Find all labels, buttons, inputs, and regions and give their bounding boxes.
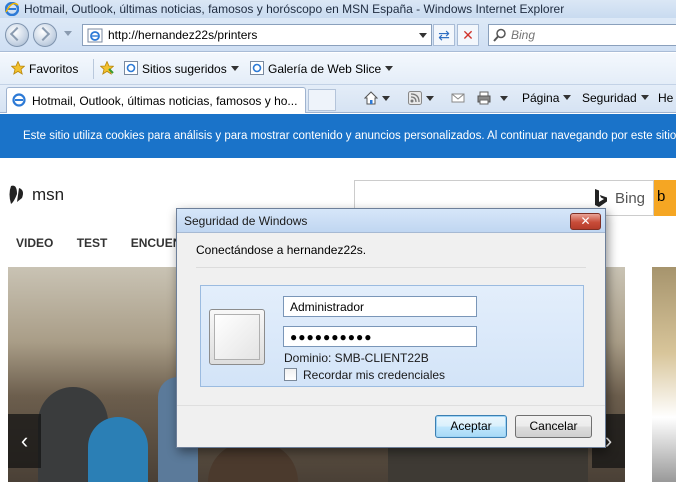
checkbox-box[interactable] [284,368,297,381]
back-arrow-icon [9,26,25,42]
dialog-footer: Aceptar Cancelar [177,405,605,447]
side-article-image[interactable] [652,267,676,482]
star-icon [11,61,25,75]
domain-label: Dominio: SMB-CLIENT22B [284,351,429,365]
suggested-sites-button[interactable]: Sitios sugeridos [124,61,239,77]
dialog-titlebar: Seguridad de Windows ✕ [177,209,605,233]
hero-photo-figure [88,417,148,482]
search-input[interactable] [511,27,671,43]
print-button[interactable] [477,91,508,106]
chevron-down-icon [640,95,649,100]
divider [196,267,586,268]
username-field[interactable]: Administrador [283,296,477,317]
close-icon: ✕ [580,214,591,228]
tab-msn[interactable]: Hotmail, Outlook, últimas noticias, famo… [6,87,306,113]
rss-icon [408,91,422,105]
chevron-down-icon [500,96,508,101]
tab-label: Hotmail, Outlook, últimas noticias, famo… [32,94,298,108]
bing-label: Bing [615,190,646,207]
chevron-down-icon [385,66,394,71]
chevron-down-icon [563,95,572,100]
msn-logo-text: msn [32,185,65,204]
favorites-label: Favoritos [29,62,79,76]
bing-logo-icon [595,189,607,207]
home-button[interactable] [364,91,390,106]
cancel-button[interactable]: Cancelar [515,415,592,438]
remember-credentials-label: Recordar mis credenciales [303,368,446,382]
chevron-down-icon [426,96,434,101]
refresh-icon: ⇄ [438,27,450,43]
address-dropdown-icon[interactable] [419,33,427,38]
user-avatar [209,309,265,365]
nav-item-video[interactable]: VIDEO [16,236,53,250]
msn-nav: VIDEO TEST ENCUEN [16,236,201,250]
password-field[interactable]: ●●●●●●●●●● [283,326,477,347]
address-bar[interactable]: http://hernandez22s/printers [82,24,432,46]
bing-search-button[interactable]: b [654,180,676,216]
recent-pages-dropdown[interactable] [64,31,72,36]
carousel-prev-button[interactable]: ‹ [8,414,41,468]
mail-icon [451,93,465,103]
page-menu-label: Página [522,91,560,105]
ie-page-icon [87,28,103,43]
forward-arrow-icon [35,26,51,42]
add-favorite-star-icon [100,61,114,75]
tab-row: Hotmail, Outlook, últimas noticias, famo… [0,85,676,113]
nav-item-encuentros[interactable]: ENCUEN [131,236,182,250]
msn-butterfly-icon [9,185,23,204]
home-icon [364,91,378,105]
dialog-message: Conectándose a hernandez22s. [196,243,367,257]
toolbar-separator [93,59,94,79]
printer-icon [477,91,491,105]
page-menu[interactable]: Página [522,91,572,105]
back-button[interactable] [5,23,29,47]
chevron-down-icon [382,96,390,101]
web-slice-gallery-button[interactable]: Galería de Web Slice [250,61,394,77]
windows-security-dialog: Seguridad de Windows ✕ Conectándose a he… [176,208,606,448]
stop-button[interactable]: ✕ [457,24,479,46]
search-box[interactable] [488,24,676,46]
nav-item-test[interactable]: TEST [77,236,108,250]
ok-button[interactable]: Aceptar [435,415,507,438]
search-icon [493,28,506,42]
favorites-button[interactable]: Favoritos [11,61,78,77]
cookie-banner: Este sitio utiliza cookies para análisis… [0,114,676,158]
cookie-notice-text: Este sitio utiliza cookies para análisis… [23,130,676,142]
window-titlebar: Hotmail, Outlook, últimas noticias, famo… [0,0,676,18]
tools-menu-label: He [658,91,674,105]
dialog-close-button[interactable]: ✕ [570,213,601,230]
address-toolbar: http://hernandez22s/printers ⇄ ✕ [0,18,676,52]
ie-page-icon [124,61,138,75]
web-slice-gallery-label: Galería de Web Slice [268,62,382,76]
safety-menu-label: Seguridad [582,91,637,105]
add-to-favorites-bar-button[interactable] [100,61,118,77]
favorites-bar: Favoritos Sitios sugeridos Galería de We… [0,53,676,85]
refresh-button[interactable]: ⇄ [433,24,455,46]
chevron-down-icon [230,66,239,71]
bing-go-label: b [657,188,666,205]
read-mail-button[interactable] [451,91,465,106]
ie-page-icon [12,93,26,107]
user-avatar-frame [214,314,260,360]
tools-menu[interactable]: He [658,91,673,105]
url-text: http://hernandez22s/printers [108,28,258,42]
new-tab-button[interactable] [308,89,336,111]
chevron-left-icon: ‹ [20,428,29,453]
forward-button[interactable] [33,23,57,47]
msn-logo[interactable]: msn [8,182,64,206]
credential-tile: Administrador ●●●●●●●●●● Dominio: SMB-CL… [200,285,584,387]
stop-icon: ✕ [462,27,474,43]
ie-page-icon [250,61,264,75]
feeds-button[interactable] [408,91,434,106]
suggested-sites-label: Sitios sugeridos [142,62,227,76]
dialog-title: Seguridad de Windows [184,214,308,228]
ie-logo-icon [5,2,19,16]
window-title: Hotmail, Outlook, últimas noticias, famo… [24,2,565,16]
remember-credentials-checkbox[interactable]: Recordar mis credenciales [284,368,445,382]
safety-menu[interactable]: Seguridad [582,91,649,105]
